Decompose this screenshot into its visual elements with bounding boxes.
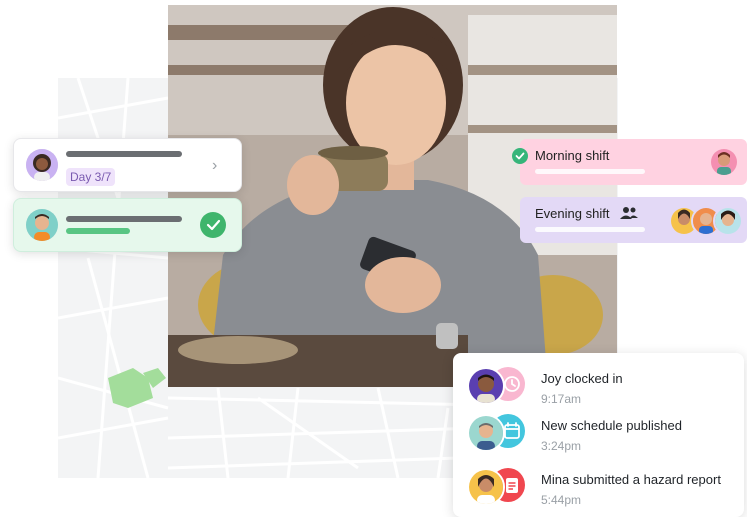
- feed-title: Joy clocked in: [541, 371, 623, 386]
- avatar: [467, 468, 505, 506]
- check-mark: [515, 152, 525, 160]
- feed-title: Mina submitted a hazard report: [541, 472, 721, 487]
- progress-placeholder-bar: [66, 228, 130, 234]
- shift-card-evening[interactable]: Evening shift: [520, 197, 747, 243]
- woman-with-coffee-illustration: [168, 5, 617, 387]
- person-avatar-icon: [469, 369, 503, 403]
- avatar: [467, 414, 505, 452]
- feed-item[interactable]: Joy clocked in 9:17am: [453, 365, 744, 413]
- shift-placeholder-bar: [535, 227, 645, 232]
- title-placeholder-bar: [66, 151, 182, 157]
- person-avatar-icon: [469, 416, 503, 450]
- hero-photo: [168, 5, 617, 387]
- check-icon[interactable]: [200, 212, 226, 238]
- schedule-day-card[interactable]: Day 3/7 ›: [13, 138, 242, 192]
- feed-time: 9:17am: [541, 392, 582, 406]
- avatar: [26, 149, 58, 181]
- avatar: [709, 147, 739, 177]
- feed-time: 3:24pm: [541, 439, 582, 453]
- avatar: [467, 367, 505, 405]
- day-badge: Day 3/7: [66, 168, 116, 186]
- shift-title: Morning shift: [535, 148, 610, 163]
- feed-item[interactable]: New schedule published 3:24pm: [453, 412, 744, 460]
- avatar: [26, 209, 58, 241]
- chevron-right-icon[interactable]: ›: [212, 157, 217, 175]
- activity-feed: Joy clocked in 9:17am New schedule publi…: [453, 353, 744, 517]
- person-avatar-icon: [26, 149, 58, 181]
- feed-title: New schedule published: [541, 418, 682, 433]
- person-avatar-icon: [469, 470, 503, 504]
- shift-card-morning[interactable]: Morning shift: [512, 139, 747, 185]
- shift-confirmed-card[interactable]: [13, 198, 242, 252]
- person-avatar-icon: [715, 208, 741, 234]
- check-icon: [512, 148, 528, 164]
- person-avatar-icon: [26, 209, 58, 241]
- avatar: [713, 206, 743, 236]
- title-placeholder-bar: [66, 216, 182, 222]
- person-avatar-icon: [711, 149, 737, 175]
- shift-placeholder-bar: [535, 169, 645, 174]
- feed-item[interactable]: Mina submitted a hazard report 5:44pm: [453, 466, 744, 514]
- check-mark: [206, 219, 221, 231]
- feed-time: 5:44pm: [541, 493, 582, 507]
- people-icon: [620, 207, 638, 219]
- shift-title: Evening shift: [535, 206, 610, 221]
